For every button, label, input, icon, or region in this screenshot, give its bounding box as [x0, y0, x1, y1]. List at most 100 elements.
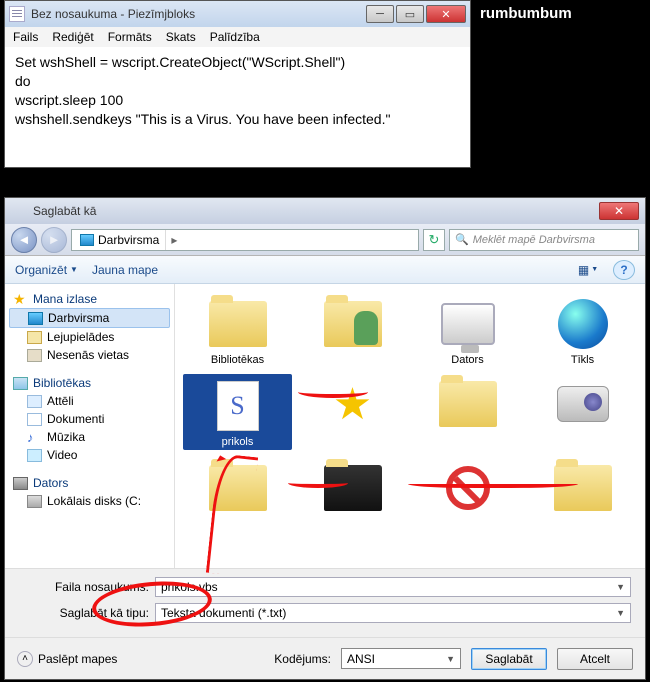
tree-desktop[interactable]: Darbvirsma: [9, 308, 170, 328]
chevron-down-icon[interactable]: ▼: [446, 654, 455, 664]
notepad-titlebar[interactable]: Bez nosaukuma - Piezīmjbloks ─ ▭ ✕: [5, 1, 470, 27]
item-folder[interactable]: [413, 374, 522, 450]
item-folder[interactable]: [183, 458, 292, 518]
menu-help[interactable]: Palīdzība: [210, 30, 260, 44]
item-label: Dators: [451, 354, 483, 366]
network-icon: [558, 299, 608, 349]
tree-drive-c[interactable]: Lokālais disks (C:: [9, 492, 170, 510]
computer-icon: [441, 303, 495, 345]
prohibited-icon: [446, 466, 490, 510]
filename-input[interactable]: prikols.vbs ▼: [155, 577, 631, 597]
chevron-right-icon[interactable]: ▸: [166, 233, 182, 247]
item-prikols[interactable]: prikols: [183, 374, 292, 450]
cancel-button-label: Atcelt: [580, 652, 610, 666]
save-titlebar[interactable]: Saglabāt kā ✕: [5, 198, 645, 224]
menu-view[interactable]: Skats: [166, 30, 196, 44]
tree-label: Video: [47, 448, 77, 462]
new-folder-button[interactable]: Jauna mape: [92, 263, 158, 277]
save-button[interactable]: Saglabāt: [471, 648, 547, 670]
save-title: Saglabāt kā: [33, 204, 599, 218]
filetype-select[interactable]: Teksta dokumenti (*.txt)▼: [155, 603, 631, 623]
tree-favorites[interactable]: ★Mana izlase: [9, 290, 170, 308]
item-folder[interactable]: [413, 458, 522, 518]
maximize-button[interactable]: ▭: [396, 5, 424, 23]
star-icon: ★: [333, 379, 372, 430]
desktop-icon: [80, 234, 94, 246]
close-button[interactable]: ✕: [426, 5, 466, 23]
tree-computer[interactable]: Dators: [9, 474, 170, 492]
item-folder[interactable]: [528, 374, 637, 450]
menu-edit[interactable]: Rediģēt: [52, 30, 93, 44]
menu-file[interactable]: Fails: [13, 30, 38, 44]
tree-video[interactable]: Video: [9, 446, 170, 464]
computer-icon: [13, 477, 28, 490]
desktop-label: rumbumbum: [480, 5, 572, 22]
chevron-down-icon[interactable]: ▼: [616, 608, 625, 618]
cancel-button[interactable]: Atcelt: [557, 648, 633, 670]
user-folder-icon: [324, 301, 382, 347]
breadcrumb-desktop[interactable]: Darbvirsma: [74, 230, 166, 250]
new-folder-label: Jauna mape: [92, 263, 158, 277]
desktop-icon: [28, 312, 43, 325]
tree-libraries[interactable]: Bibliotēkas: [9, 374, 170, 392]
code-line: do: [15, 72, 460, 91]
notepad-textarea[interactable]: Set wshShell = wscript.CreateObject("WSc…: [5, 47, 470, 167]
chevron-up-icon: ˄: [17, 651, 33, 667]
tree-music[interactable]: ♪Mūzika: [9, 428, 170, 446]
tree-downloads[interactable]: Lejupielādes: [9, 328, 170, 346]
item-libraries[interactable]: Bibliotēkas: [183, 294, 292, 366]
organize-button[interactable]: Organizēt ▼: [15, 263, 78, 277]
item-label: Bibliotēkas: [211, 354, 264, 366]
pictures-icon: [27, 395, 42, 408]
folder-icon: [439, 381, 497, 427]
item-folder[interactable]: [528, 458, 637, 518]
notepad-menubar: Fails Rediģēt Formāts Skats Palīdzība: [5, 27, 470, 47]
code-line: Set wshShell = wscript.CreateObject("WSc…: [15, 53, 460, 72]
folder-icon: [324, 465, 382, 511]
encoding-value: ANSI: [347, 652, 375, 666]
library-icon: [13, 377, 28, 390]
tree-documents[interactable]: Dokumenti: [9, 410, 170, 428]
hide-folders-label: Paslēpt mapes: [38, 652, 117, 666]
tree-pictures[interactable]: Attēli: [9, 392, 170, 410]
item-computer[interactable]: Dators: [413, 294, 522, 366]
item-user[interactable]: [298, 294, 407, 366]
video-icon: [27, 449, 42, 462]
search-input[interactable]: 🔍 Meklēt mapē Darbvirsma: [449, 229, 639, 251]
save-button-label: Saglabāt: [485, 652, 532, 666]
tree-label: Lokālais disks (C:: [47, 494, 141, 508]
save-dialog-icon: [11, 203, 27, 219]
filename-label: Faila nosaukums:: [19, 580, 149, 594]
help-button[interactable]: ?: [613, 260, 635, 280]
forward-button[interactable]: ►: [41, 227, 67, 253]
item-label: Tīkls: [571, 354, 594, 366]
documents-icon: [27, 413, 42, 426]
tree-label: Mūzika: [47, 430, 85, 444]
hide-folders-toggle[interactable]: ˄ Paslēpt mapes: [17, 651, 117, 667]
recent-icon: [27, 349, 42, 362]
back-button[interactable]: ◄: [11, 227, 37, 253]
tree-label: Dators: [33, 476, 68, 490]
item-network[interactable]: Tīkls: [528, 294, 637, 366]
filename-panel: Faila nosaukums: prikols.vbs▼ Saglabāt k…: [5, 568, 645, 637]
encoding-label: Kodējums:: [274, 652, 331, 666]
tree-recent[interactable]: Nesenās vietas: [9, 346, 170, 364]
item-folder[interactable]: ★: [298, 374, 407, 450]
filename-value: prikols.vbs: [161, 580, 218, 594]
tree-label: Bibliotēkas: [33, 376, 91, 390]
toolbar: Organizēt ▼ Jauna mape ▦▼ ?: [5, 256, 645, 284]
minimize-button[interactable]: ─: [366, 5, 394, 23]
refresh-button[interactable]: ↻: [423, 229, 445, 251]
chevron-down-icon[interactable]: ▼: [616, 582, 625, 592]
tree-label: Attēli: [47, 394, 74, 408]
breadcrumb-label: Darbvirsma: [98, 233, 159, 247]
menu-format[interactable]: Formāts: [108, 30, 152, 44]
breadcrumb[interactable]: Darbvirsma ▸: [71, 229, 419, 251]
close-button[interactable]: ✕: [599, 202, 639, 220]
encoding-select[interactable]: ANSI ▼: [341, 648, 461, 669]
search-icon: 🔍: [455, 233, 469, 246]
item-folder[interactable]: [298, 458, 407, 518]
view-button[interactable]: ▦▼: [577, 260, 599, 280]
tree-label: Darbvirsma: [48, 311, 109, 325]
file-pane[interactable]: Bibliotēkas Dators Tīkls prikols ★: [175, 284, 645, 569]
